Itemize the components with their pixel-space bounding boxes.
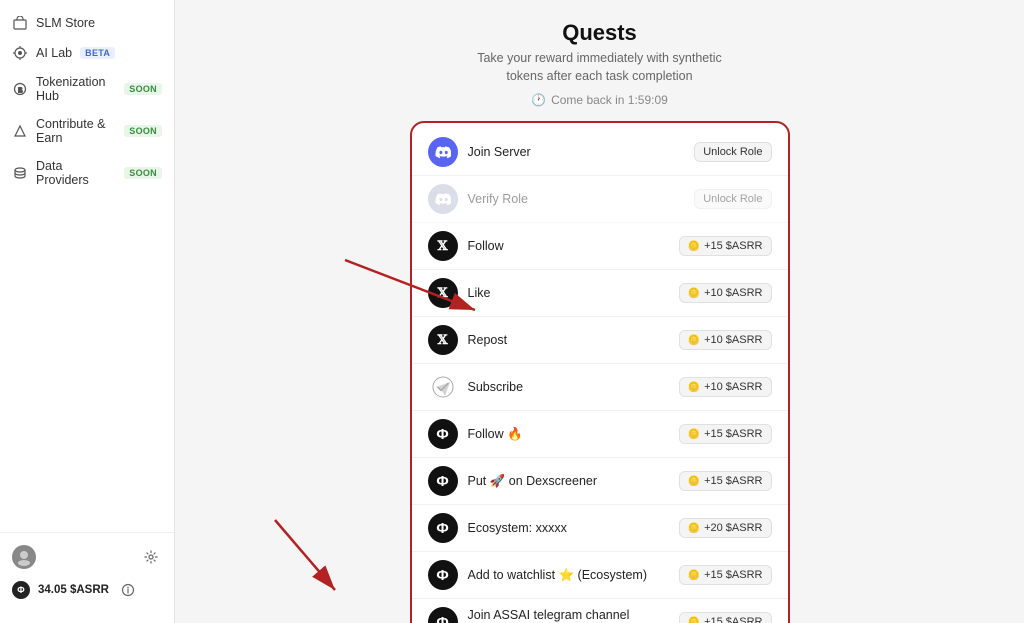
data-providers-badge: soon	[124, 167, 162, 179]
telegram-icon	[428, 372, 458, 402]
quest-reward-ecosystem[interactable]: 🪙 +20 $ASRR	[679, 518, 772, 538]
sidebar-settings-row	[12, 541, 162, 573]
token-icon	[12, 81, 28, 97]
quest-label-put-dexscreener: Put 🚀 on Dexscreener	[468, 474, 669, 489]
quest-reward-repost[interactable]: 🪙 +10 $ASRR	[679, 330, 772, 350]
quest-label-ecosystem: Ecosystem: xxxxx	[468, 521, 669, 535]
countdown-text: Come back in 1:59:09	[551, 93, 668, 107]
quest-reward-verify-role[interactable]: Unlock Role	[694, 189, 771, 209]
phi-icon-dexscreener: Φ	[428, 466, 458, 496]
quest-label-follow: Follow	[468, 239, 669, 253]
quest-reward-like[interactable]: 🪙 +10 $ASRR	[679, 283, 772, 303]
info-icon-button[interactable]	[117, 579, 139, 601]
main-content: Quests Take your reward immediately with…	[175, 0, 1024, 623]
quest-row-like[interactable]: 𝕏 Like 🪙 +10 $ASRR	[412, 270, 788, 317]
sidebar-bottom: Φ 34.05 $ASRR	[0, 532, 174, 615]
discord-gray-icon	[428, 184, 458, 214]
token-balance-icon: Φ	[12, 581, 30, 599]
quest-row-ecosystem[interactable]: Φ Ecosystem: xxxxx 🪙 +20 $ASRR	[412, 505, 788, 552]
token-balance: 34.05 $ASRR	[38, 584, 109, 596]
store-icon	[12, 15, 28, 31]
contribute-earn-badge: soon	[124, 125, 162, 137]
quest-label-like: Like	[468, 286, 669, 300]
quest-label-repost: Repost	[468, 333, 669, 347]
x-icon-repost: 𝕏	[428, 325, 458, 355]
quest-label-join-server: Join Server	[468, 145, 685, 159]
page-subtitle: Take your reward immediately with synthe…	[477, 50, 722, 85]
quest-row-put-dexscreener[interactable]: Φ Put 🚀 on Dexscreener 🪙 +15 $ASRR	[412, 458, 788, 505]
quest-label-follow-fire: Follow 🔥	[468, 427, 669, 442]
clock-icon: 🕐	[531, 93, 546, 107]
quest-row-telegram-channel[interactable]: Φ Join ASSAI telegram channel(Ecosystem)…	[412, 599, 788, 623]
x-icon-like: 𝕏	[428, 278, 458, 308]
quest-row-join-server[interactable]: Join Server Unlock Role	[412, 129, 788, 176]
quest-row-subscribe[interactable]: Subscribe 🪙 +10 $ASRR	[412, 364, 788, 411]
quest-row-verify-role[interactable]: Verify Role Unlock Role	[412, 176, 788, 223]
sidebar-item-tokenization-hub[interactable]: Tokenization Hub soon	[0, 68, 174, 110]
sidebar-label-tokenization-hub: Tokenization Hub	[36, 75, 116, 103]
sidebar: SLM Store AI Lab beta Tokenization Hub s…	[0, 0, 175, 623]
sidebar-user: Φ 34.05 $ASRR	[12, 573, 162, 607]
x-icon-follow: 𝕏	[428, 231, 458, 261]
data-icon	[12, 165, 28, 181]
phi-icon-watchlist: Φ	[428, 560, 458, 590]
sidebar-label-data-providers: Data Providers	[36, 159, 116, 187]
quest-reward-put-dexscreener[interactable]: 🪙 +15 $ASRR	[679, 471, 772, 491]
sidebar-item-contribute-earn[interactable]: Contribute & Earn soon	[0, 110, 174, 152]
tokenization-hub-badge: soon	[124, 83, 162, 95]
quest-reward-telegram-channel[interactable]: 🪙 +15 $ASRR	[679, 612, 772, 623]
quests-card: Join Server Unlock Role Verify Role Unlo…	[410, 121, 790, 623]
sidebar-label-ai-lab: AI Lab	[36, 46, 72, 60]
quest-label-subscribe: Subscribe	[468, 380, 669, 394]
quest-label-watchlist: Add to watchlist ⭐ (Ecosystem)	[468, 568, 669, 583]
quest-reward-watchlist[interactable]: 🪙 +15 $ASRR	[679, 565, 772, 585]
countdown: 🕐 Come back in 1:59:09	[531, 93, 668, 107]
ai-icon	[12, 45, 28, 61]
quest-row-watchlist[interactable]: Φ Add to watchlist ⭐ (Ecosystem) 🪙 +15 $…	[412, 552, 788, 599]
phi-icon-telegram-channel: Φ	[428, 607, 458, 623]
quest-label-verify-role: Verify Role	[468, 192, 685, 206]
quest-reward-follow-fire[interactable]: 🪙 +15 $ASRR	[679, 424, 772, 444]
contribute-icon	[12, 123, 28, 139]
quest-reward-join-server[interactable]: Unlock Role	[694, 142, 771, 162]
phi-icon-ecosystem: Φ	[428, 513, 458, 543]
quest-row-follow-fire[interactable]: Φ Follow 🔥 🪙 +15 $ASRR	[412, 411, 788, 458]
settings-icon-button[interactable]	[140, 546, 162, 568]
sidebar-item-data-providers[interactable]: Data Providers soon	[0, 152, 174, 194]
quest-reward-follow[interactable]: 🪙 +15 $ASRR	[679, 236, 772, 256]
avatar	[12, 545, 36, 569]
phi-icon-follow-fire: Φ	[428, 419, 458, 449]
page-title: Quests	[562, 20, 637, 46]
sidebar-item-slm-store[interactable]: SLM Store	[0, 8, 174, 38]
quest-reward-subscribe[interactable]: 🪙 +10 $ASRR	[679, 377, 772, 397]
quest-row-repost[interactable]: 𝕏 Repost 🪙 +10 $ASRR	[412, 317, 788, 364]
sidebar-label-contribute-earn: Contribute & Earn	[36, 117, 116, 145]
sidebar-item-ai-lab[interactable]: AI Lab beta	[0, 38, 174, 68]
quest-row-follow[interactable]: 𝕏 Follow 🪙 +15 $ASRR	[412, 223, 788, 270]
ai-lab-badge: beta	[80, 47, 115, 59]
discord-icon	[428, 137, 458, 167]
quest-label-telegram-channel: Join ASSAI telegram channel(Ecosystem)	[468, 608, 669, 623]
sidebar-label-slm-store: SLM Store	[36, 16, 95, 30]
